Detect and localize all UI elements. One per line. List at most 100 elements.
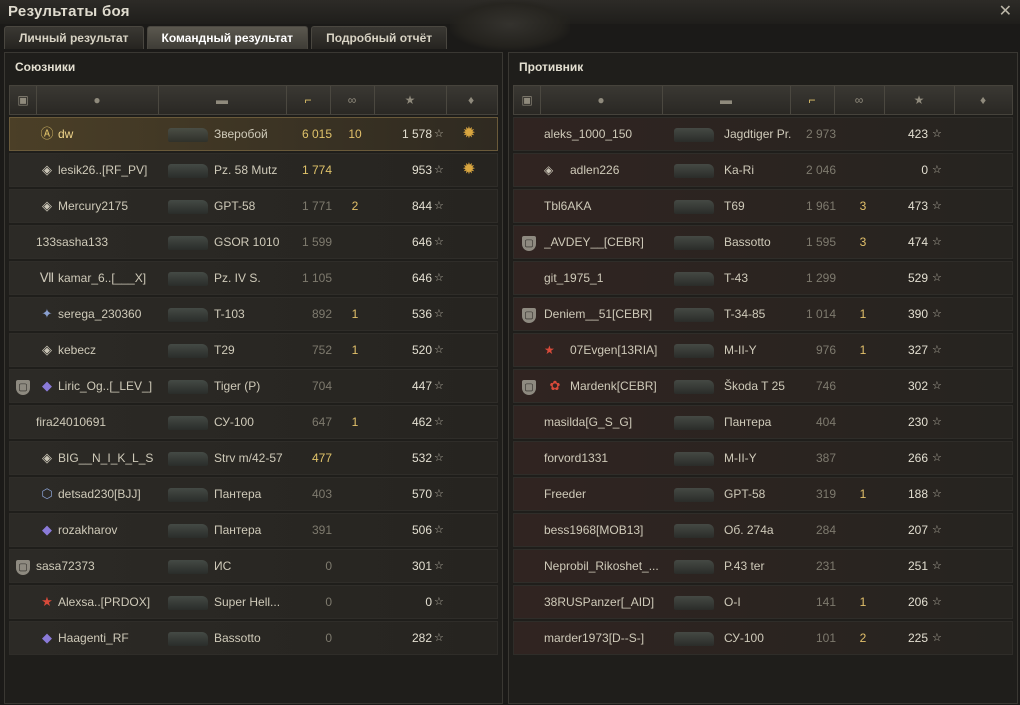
- order-medal-icon[interactable]: ✹: [458, 118, 480, 150]
- table-row[interactable]: ◆ Haagenti_RF Bassotto 0 282 ☆: [9, 621, 498, 655]
- star-icon: ☆: [932, 344, 942, 356]
- table-row[interactable]: ◈ kebecz T29 752 1 520 ☆: [9, 333, 498, 367]
- tank-name: Зверобой: [214, 127, 268, 141]
- enemies-table-header: ▣ ● ▬ ⌐ ∞ ★ ♦: [513, 85, 1013, 115]
- xp-value: 520: [411, 343, 432, 357]
- table-row[interactable]: ▢ ◆ Liric_Og..[_LEV_] Tiger (P) 704 447 …: [9, 369, 498, 403]
- xp-value: 646: [411, 235, 432, 249]
- table-row[interactable]: ▢ sasa72373 ИС 0 301 ☆: [9, 549, 498, 583]
- table-row[interactable]: ▢ ✿ Mardenk[CEBR] Škoda T 25 746 302 ☆: [513, 369, 1013, 403]
- frags-value: 10: [348, 127, 362, 141]
- tank-name: T-34-85: [724, 307, 766, 321]
- medal-icon[interactable]: ♦: [446, 86, 496, 114]
- allies-panel: Союзники ▣ ● ▬ ⌐ ∞ ★ ♦ Ⓐ dw Зверобой 6 0…: [4, 52, 503, 704]
- xp-value: 423: [907, 127, 928, 141]
- medal-icon[interactable]: ♦: [954, 86, 1012, 114]
- rank-badge-icon: ✦: [41, 306, 53, 321]
- player-icon[interactable]: ●: [540, 86, 663, 114]
- platoon-shield-icon: ▢: [16, 550, 34, 582]
- table-row[interactable]: ▢ Deniem__51[CEBR] T-34-85 1 014 1 390 ☆: [513, 297, 1013, 331]
- table-row[interactable]: Neprobil_Rikoshet_... P.43 ter 231 251 ☆: [513, 549, 1013, 583]
- tank-icon[interactable]: ▬: [662, 86, 791, 114]
- frags-icon[interactable]: ∞: [330, 86, 375, 114]
- player-name: 133sasha133: [36, 235, 109, 249]
- table-row[interactable]: 133sasha133 GSOR 1010 1 599 646 ☆: [9, 225, 498, 259]
- tank-image: [168, 478, 210, 510]
- xp-value: 532: [411, 451, 432, 465]
- player-icon[interactable]: ●: [36, 86, 159, 114]
- xp-value: 529: [907, 271, 928, 285]
- damage-value: 746: [815, 379, 836, 393]
- squad-icon[interactable]: ▣: [514, 86, 541, 114]
- star-icon: ☆: [932, 416, 942, 428]
- table-row[interactable]: ◈ Mercury2175 GPT-58 1 771 2 844 ☆: [9, 189, 498, 223]
- table-row[interactable]: ★ 07Evgen[13RIA] M-II-Y 976 1 327 ☆: [513, 333, 1013, 367]
- star-icon: ☆: [434, 416, 444, 428]
- tab-detailed[interactable]: Подробный отчёт: [311, 26, 448, 49]
- table-row[interactable]: ✦ serega_230360 T-103 892 1 536 ☆: [9, 297, 498, 331]
- table-row[interactable]: masilda[G_S_G] Пантера 404 230 ☆: [513, 405, 1013, 439]
- xp-star-icon[interactable]: ★: [884, 86, 955, 114]
- table-row[interactable]: Tbl6AKA T69 1 961 3 473 ☆: [513, 189, 1013, 223]
- table-row[interactable]: aleks_1000_150 Jagdtiger Pr. 2 973 423 ☆: [513, 117, 1013, 151]
- frags-icon[interactable]: ∞: [834, 86, 885, 114]
- xp-value: 301: [411, 559, 432, 573]
- table-row[interactable]: marder1973[D--S-] СУ-100 101 2 225 ☆: [513, 621, 1013, 655]
- order-medal-icon[interactable]: ✹: [458, 154, 480, 186]
- tank-name: Strv m/42-57: [214, 451, 283, 465]
- squad-icon[interactable]: ▣: [10, 86, 37, 114]
- frags-value: 1: [351, 343, 359, 357]
- xp-value: 506: [411, 523, 432, 537]
- xp-value: 266: [907, 451, 928, 465]
- rank-badge-icon: ◈: [42, 450, 52, 465]
- tank-name: Bassotto: [214, 631, 261, 645]
- clan-slot: [522, 550, 540, 582]
- enemies-panel: Противник ▣ ● ▬ ⌐ ∞ ★ ♦ aleks_1000_150 J…: [508, 52, 1018, 704]
- xp-star-icon[interactable]: ★: [374, 86, 447, 114]
- tank-name: ИС: [214, 559, 232, 573]
- table-row[interactable]: Ⓐ dw Зверобой 6 015 10 1 578 ☆ ✹: [9, 117, 498, 151]
- table-row[interactable]: 38RUSPanzer[_AID] O-I 141 1 206 ☆: [513, 585, 1013, 619]
- table-row[interactable]: ⬡ detsad230[BJJ] Пантера 403 570 ☆: [9, 477, 498, 511]
- table-row[interactable]: ◈ adlen226 Ka-Ri 2 046 0 ☆: [513, 153, 1013, 187]
- player-name: kebecz: [58, 343, 97, 357]
- frags-value: [342, 622, 368, 654]
- table-row[interactable]: fira24010691 СУ-100 647 1 462 ☆: [9, 405, 498, 439]
- xp-value: 207: [907, 523, 928, 537]
- table-row[interactable]: Ⅶ kamar_6..[___X] Pz. IV S. 1 105 646 ☆: [9, 261, 498, 295]
- frags-value: [342, 478, 368, 510]
- tank-image: [674, 370, 716, 402]
- tab-team[interactable]: Командный результат: [146, 26, 309, 49]
- table-row[interactable]: bess1968[MOB13] Об. 274a 284 207 ☆: [513, 513, 1013, 547]
- xp-value: 188: [907, 487, 928, 501]
- frags-value: [342, 154, 368, 186]
- damage-icon[interactable]: ⌐: [286, 86, 331, 114]
- table-row[interactable]: forvord1331 M-II-Y 387 266 ☆: [513, 441, 1013, 475]
- frags-value: [342, 586, 368, 618]
- table-row[interactable]: Freeder GPT-58 319 1 188 ☆: [513, 477, 1013, 511]
- table-row[interactable]: ◈ lesik26..[RF_PV] Pz. 58 Mutz 1 774 953…: [9, 153, 498, 187]
- tank-icon[interactable]: ▬: [158, 86, 287, 114]
- tank-name: Ka-Ri: [724, 163, 755, 177]
- rank-badge-icon: ★: [41, 594, 53, 609]
- clan-emblem-watermark: [450, 0, 570, 50]
- tab-personal[interactable]: Личный результат: [4, 26, 144, 49]
- tank-image: [168, 550, 210, 582]
- close-icon[interactable]: ✕: [999, 1, 1012, 21]
- table-row[interactable]: git_1975_1 T-43 1 299 529 ☆: [513, 261, 1013, 295]
- tank-name: СУ-100: [214, 415, 254, 429]
- damage-value: 6 015: [301, 127, 332, 141]
- table-row[interactable]: ▢ _AVDEY__[CEBR] Bassotto 1 595 3 474 ☆: [513, 225, 1013, 259]
- rank-badge-icon: ◈: [42, 342, 52, 357]
- enemies-title: Противник: [519, 60, 584, 74]
- table-row[interactable]: ◆ rozakharov Пантера 391 506 ☆: [9, 513, 498, 547]
- damage-value: 0: [325, 559, 332, 573]
- player-name: bess1968[MOB13]: [544, 523, 644, 537]
- damage-icon[interactable]: ⌐: [790, 86, 835, 114]
- table-row[interactable]: ◈ BIG__N_I_K_L_S Strv m/42-57 477 532 ☆: [9, 441, 498, 475]
- tank-image: [674, 334, 716, 366]
- table-row[interactable]: ★ Alexsa..[PRDOX] Super Hell... 0 0 ☆: [9, 585, 498, 619]
- player-name: git_1975_1: [544, 271, 604, 285]
- frags-value: [342, 442, 368, 474]
- xp-value: 251: [907, 559, 928, 573]
